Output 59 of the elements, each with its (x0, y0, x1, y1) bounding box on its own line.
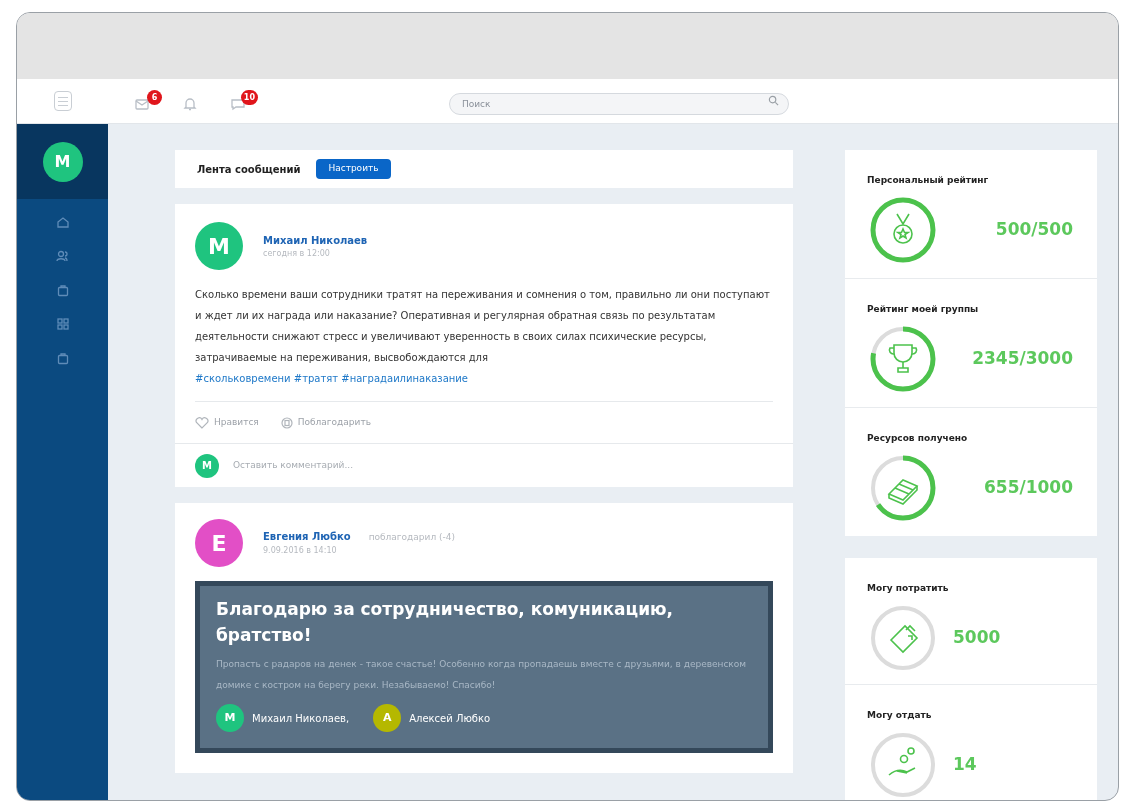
person-name[interactable]: Алексей Любко (409, 710, 491, 726)
stat-title: Могу потратить (867, 583, 949, 593)
users-icon[interactable] (55, 249, 70, 263)
envelope-icon (134, 96, 150, 112)
stat-value: 655/1000 (984, 476, 1073, 500)
post-time: 9.09.2016 в 14:10 (263, 544, 338, 557)
hashtags[interactable]: #скольковремени #тратят #наградаилинаказание (195, 368, 773, 389)
hand-coins-icon (888, 747, 916, 776)
wallet-icon (889, 624, 919, 654)
avatar: Е (195, 519, 243, 567)
home-icon[interactable] (55, 215, 70, 229)
stat-value: 500/500 (995, 218, 1073, 242)
bell-icon (182, 96, 198, 112)
avatar: М (216, 704, 244, 732)
avatar: М (195, 222, 243, 270)
notification-button[interactable]: 10 (230, 90, 258, 112)
ingot-icon (887, 479, 919, 505)
comment-field[interactable]: Оставить комментарий... (233, 458, 773, 473)
medal-icon (893, 213, 913, 244)
bag-icon[interactable] (55, 351, 70, 365)
stat-title: Рейтинг моей группы (867, 304, 979, 314)
configure-button[interactable]: Настроить (316, 159, 391, 179)
avatar: М (195, 453, 219, 478)
progress-ring (870, 197, 936, 263)
stat-value: 5000 (953, 626, 1001, 650)
stat-value: 2345/3000 (972, 347, 1073, 371)
count-badge: 10 (240, 90, 258, 105)
thanks-text: Пропасть с радаров на денек - такое счастье! Особенно когда пропадаешь вместе с друзьями, в деревенском домике с костром на берегу реки. Незабываемо! Спасибо! (216, 658, 748, 692)
bag-icon[interactable] (55, 283, 70, 297)
heart-icon (195, 416, 209, 429)
coin-icon (280, 416, 293, 429)
chat-icon (230, 96, 246, 112)
search-icon (768, 95, 779, 106)
feed-title: Лента сообщений (197, 162, 301, 177)
post-time: сегодня в 12:00 (263, 247, 331, 260)
grid-icon[interactable] (55, 317, 70, 331)
person-name[interactable]: Михаил Николаев, (252, 710, 350, 726)
notification-button[interactable]: 6 (134, 90, 162, 112)
progress-ring (870, 455, 936, 521)
author-name[interactable]: Евгения Любко (263, 529, 351, 545)
post-text: Сколько времени ваши сотрудники тратят на переживания и сомнения о том, правильно ли они поступают и ждет ли их награда или наказание? Оперативная и регулярная обратная связь по результатам деятельности снижают стресс и увеличивают уверенность в своих силах психические ресурсы, затрачиваемые на переживания, высвобождаются для (195, 288, 771, 365)
thanks-title: Благодарю за сотрудничество, комуникацию, братство! (216, 598, 675, 647)
stat-title: Персональный рейтинг (867, 175, 989, 185)
post-action: поблагодарил (-4) (368, 531, 455, 545)
author-name[interactable]: Михаил Николаев (263, 232, 368, 248)
search-field[interactable]: Поиск (449, 93, 789, 115)
reaction-button[interactable]: Нравится (195, 415, 259, 430)
ring-outline (871, 606, 935, 670)
avatar: А (373, 704, 402, 732)
stat-value: 14 (953, 753, 977, 777)
avatar: М (42, 141, 83, 182)
count-badge: 6 (147, 90, 162, 105)
stat-title: Ресурсов получено (867, 433, 968, 443)
progress-ring (870, 326, 936, 392)
reaction-button[interactable]: Поблагодарить (280, 415, 371, 430)
ring-outline (871, 733, 935, 797)
trophy-icon (888, 344, 918, 373)
menu-icon[interactable] (53, 91, 72, 111)
stat-title: Могу отдать (867, 710, 932, 720)
